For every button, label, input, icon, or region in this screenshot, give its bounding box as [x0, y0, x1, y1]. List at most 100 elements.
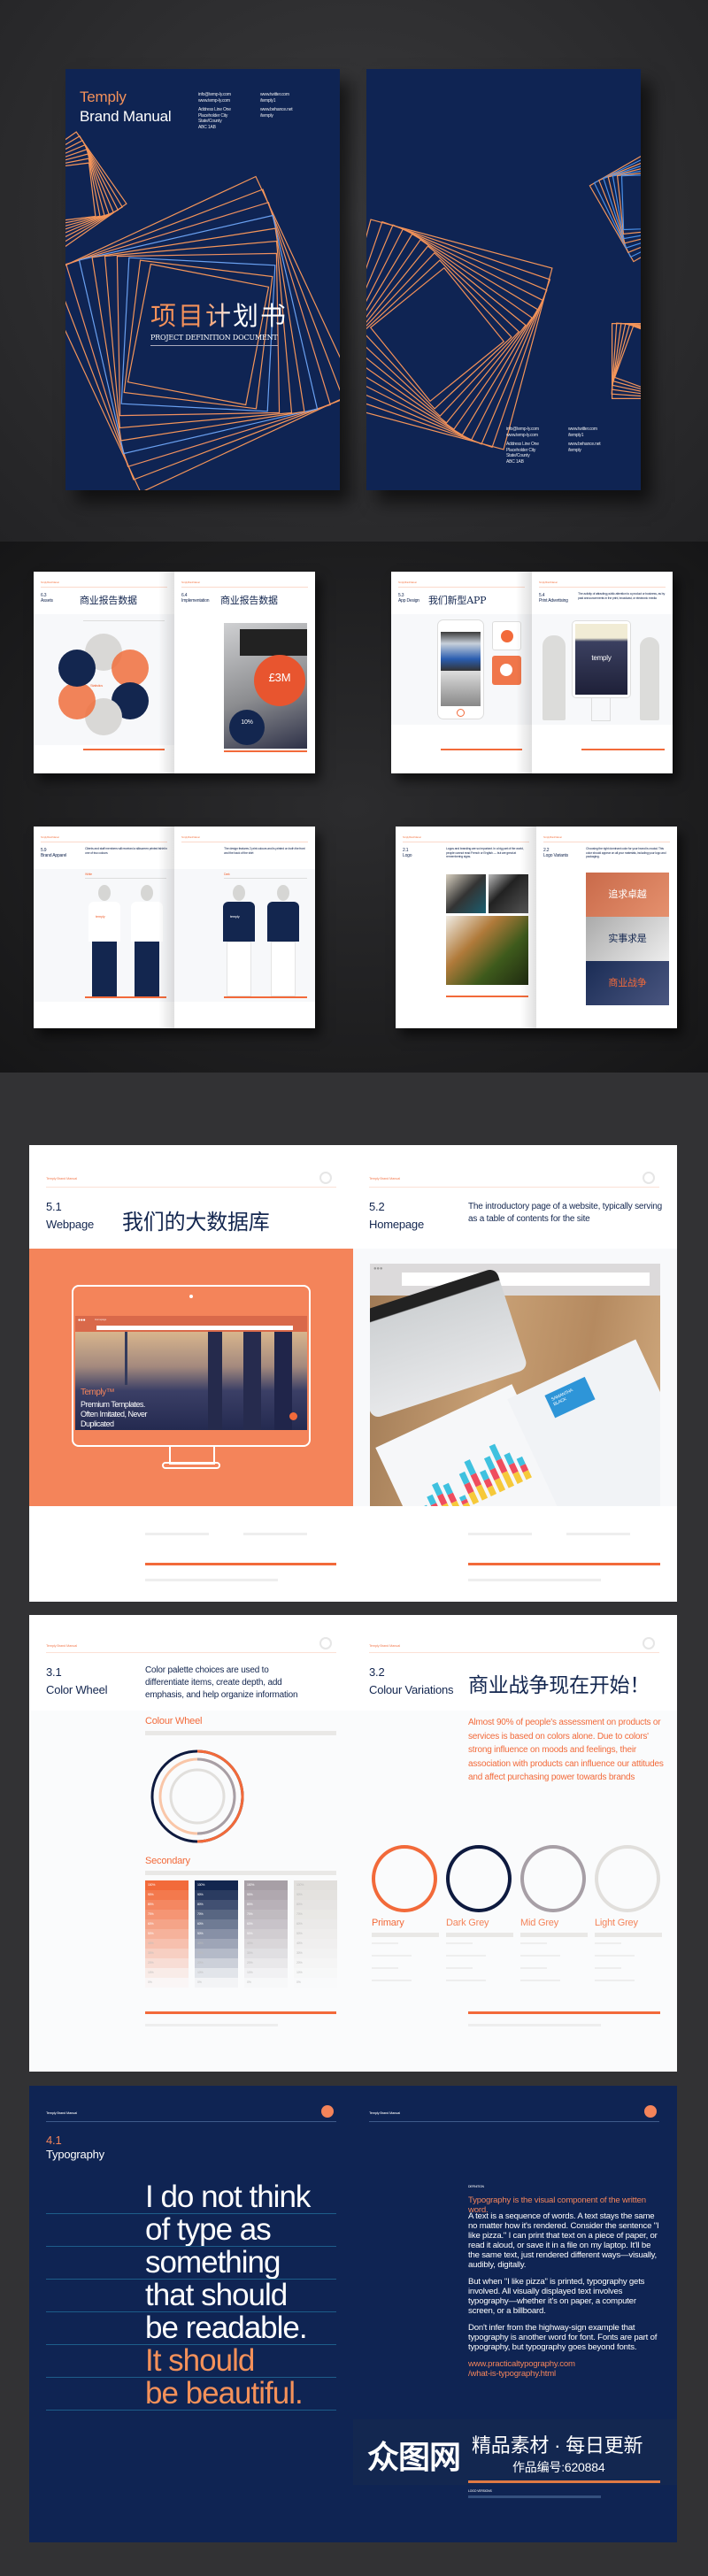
page-cn-title: 商业报告数据 — [80, 595, 137, 606]
colour-swatch: 70% — [195, 1910, 238, 1919]
colour-swatch: 40% — [244, 1939, 288, 1949]
logo-icon — [643, 1172, 655, 1184]
colour-swatch: 0% — [195, 1978, 238, 1988]
colour-swatch: 100% — [244, 1880, 288, 1890]
colour-name: Dark Grey — [446, 1918, 489, 1928]
running-header: Temply Brand Manual — [369, 1643, 400, 1648]
quote-line: that should — [145, 2278, 288, 2312]
colour-swatch: 70% — [145, 1910, 189, 1919]
line-art-graphic — [65, 131, 340, 490]
colour-swatch: 20% — [244, 1958, 288, 1968]
colour-paragraph: Almost 90% of people's assessment on pro… — [468, 1718, 664, 1782]
colour-swatch: 70% — [294, 1910, 337, 1919]
section-heading: 5.1 Webpage — [46, 1200, 95, 1231]
line-art-stroke — [620, 174, 641, 231]
colour-swatch: 50% — [195, 1929, 238, 1939]
colour-wheel — [150, 1749, 244, 1843]
billboard: temply — [575, 624, 627, 695]
chart-bar — [475, 1484, 489, 1501]
colour-swatch: 20% — [294, 1958, 337, 1968]
section-heading: 5.2 Homepage — [369, 1200, 424, 1231]
screen-tagline: Premium Templates. Often Imitated, Never D… — [81, 1400, 148, 1428]
section-description: Color palette choices are used to differ… — [145, 1665, 298, 1700]
page-cn-title: 我们的大数据库 — [122, 1210, 270, 1234]
line-art-stroke — [366, 259, 512, 410]
address-bar[interactable] — [402, 1273, 650, 1286]
chart-bar — [496, 1458, 508, 1474]
spreads-section: Temply Brand Manual 6.3 Assets 商业报告数据 Sta… — [0, 542, 708, 1073]
back-cover: info@temp-ly.com www.temp-ly.com Address L… — [366, 69, 641, 490]
secondary-label: Secondary — [145, 1856, 190, 1866]
colour-swatch: 90% — [145, 1890, 189, 1900]
chart-bar — [501, 1471, 515, 1488]
colour-swatch: 40% — [145, 1939, 189, 1949]
colour-swatch: 60% — [294, 1919, 337, 1929]
address-bar[interactable] — [96, 1326, 293, 1330]
watermark-logo: 众图网 — [367, 2439, 461, 2475]
person-silhouette — [543, 635, 566, 720]
line-art-stroke — [589, 155, 641, 263]
cover-contact: info@temp-ly.com www.temp-ly.com Address L… — [198, 92, 231, 130]
quote-line: of type as — [145, 2212, 272, 2247]
spread-brand-apparel: Temply Brand Manual 5.9 Brand Apparel Cli… — [34, 827, 315, 1028]
spread-typography: Temply Brand Manual Temply Brand Manual … — [29, 2086, 677, 2542]
colour-name: Light Grey — [595, 1918, 638, 1928]
running-header: Temply Brand Manual — [46, 2111, 77, 2115]
colour-swatch: 40% — [195, 1939, 238, 1949]
spread-app-design: Temply Brand Manual 5.3 App Design 我们新型AP… — [391, 572, 673, 773]
cover-section: Temply Brand Manual info@temp-ly.com www.… — [0, 0, 708, 542]
statistics-label: Statistics — [90, 683, 104, 688]
page-print-advertising: Temply Brand Manual 5.4 Print Advertising… — [532, 572, 673, 773]
colour-swatch: 30% — [294, 1949, 337, 1958]
cover-brand: Temply — [80, 88, 127, 105]
paragraph: Don't infer from the highway-sign exampl… — [468, 2323, 658, 2352]
quote-line: be readable. — [145, 2311, 308, 2345]
spread-logo: Temply Brand Manual 2.1 Logo Logos and br… — [396, 827, 677, 1028]
logo-icon — [321, 2105, 334, 2118]
colour-swatch: 100% — [195, 1880, 238, 1890]
running-header: Temply Brand Manual — [369, 1176, 400, 1180]
stat-10-percent: 10% — [229, 710, 265, 745]
section-number: 4.1 — [46, 2134, 62, 2147]
colour-swatch: 20% — [145, 1958, 189, 1968]
quote-line: something — [145, 2245, 281, 2280]
line-art-stroke — [366, 233, 539, 436]
colour-swatch: 40% — [294, 1939, 337, 1949]
banner-orange: 追求卓越 — [586, 873, 669, 917]
colour-swatch: 0% — [145, 1978, 189, 1988]
chart-bar — [494, 1478, 506, 1493]
colour-ring — [372, 1845, 437, 1912]
quote-line: It should — [145, 2343, 255, 2378]
chart-bar — [458, 1471, 470, 1485]
website-screen: ●●● Homepage Temply™ Premium Templates. O… — [75, 1316, 307, 1430]
page-implementation: Temply Brand Manual 6.4 Implementation 商业… — [174, 572, 315, 773]
colour-swatch: 60% — [244, 1919, 288, 1929]
line-art-stroke — [369, 266, 505, 403]
browser-tab[interactable]: Homepage — [95, 1318, 106, 1321]
banner-grey: 实事求是 — [586, 917, 669, 961]
spread-assets: Temply Brand Manual 6.3 Assets 商业报告数据 Sta… — [34, 572, 315, 773]
section-heading: 3.1 Color Wheel — [46, 1665, 108, 1696]
reference-link[interactable]: www.practicaltypography.com/what-is-typo… — [468, 2359, 663, 2379]
chart-bar — [512, 1471, 523, 1485]
watermark-overlay: 众图网 精品素材 · 每日更新 作品编号:620884 — [353, 2419, 677, 2485]
page-cn-title: 商业报告数据 — [220, 595, 278, 606]
colour-swatch: 50% — [294, 1929, 337, 1939]
chart-bar — [489, 1467, 500, 1480]
logo-icon — [319, 1637, 332, 1649]
colour-swatch: 10% — [195, 1968, 238, 1978]
logo-icon — [319, 1172, 332, 1184]
colour-ring — [595, 1845, 660, 1912]
page-app-design: Temply Brand Manual 5.3 App Design 我们新型AP… — [391, 572, 532, 773]
line-art-stroke — [366, 219, 553, 450]
chart-bar — [420, 1504, 430, 1506]
spread-webpage: Temply Brand Manual Temply Brand Manual … — [29, 1145, 677, 1602]
running-header: Temply Brand Manual — [369, 2111, 400, 2115]
colour-name: Primary — [372, 1918, 404, 1928]
colour-swatch: 10% — [294, 1968, 337, 1978]
colour-swatch: 30% — [195, 1949, 238, 1958]
colour-swatch: 80% — [195, 1900, 238, 1910]
watermark-id: 作品编号:620884 — [512, 2460, 605, 2474]
logo-versions-label: LOGO VERSIONS — [468, 2489, 492, 2493]
screen-brand: Temply™ — [81, 1388, 115, 1397]
